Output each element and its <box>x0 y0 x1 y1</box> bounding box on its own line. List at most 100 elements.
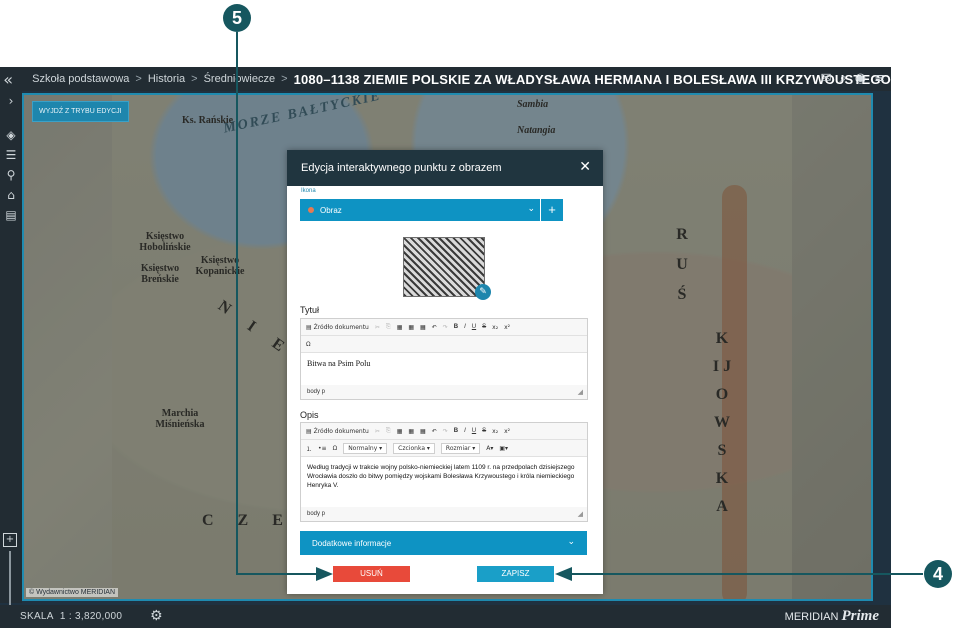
scale-value: 1 : 3,820,000 <box>59 611 123 622</box>
title-editor[interactable]: ▤ Źródło dokumentu ✂ ⎘ ▦ ▦ ▦ ↶ ↷ B I U S… <box>300 318 588 400</box>
icon-select-value: Obraz <box>320 205 342 215</box>
zoom-in-button[interactable]: + <box>3 533 17 547</box>
image-icon <box>308 207 314 213</box>
menu-icon[interactable]: ≡ <box>874 71 885 86</box>
breadcrumb-item[interactable]: Historia <box>148 73 185 85</box>
paste-word-icon[interactable]: ▦ <box>420 324 426 331</box>
breadcrumb-item[interactable]: Szkoła podstawowa <box>32 73 129 85</box>
delete-button[interactable]: USUŃ <box>333 566 410 582</box>
list-icon[interactable]: ☰ <box>0 145 22 165</box>
element-path: body p ◢ <box>301 385 587 399</box>
breadcrumb-item[interactable]: Średniowiecze <box>204 73 276 85</box>
additional-info-label: Dodatkowe informacje <box>312 538 392 548</box>
special-char-icon[interactable]: Ω <box>333 445 338 452</box>
redo-icon[interactable]: ↷ <box>443 428 448 435</box>
top-icons: ✉ ⌕ ◉ ≡ <box>821 71 885 86</box>
callout-badge: 4 <box>924 560 952 588</box>
description-editor[interactable]: ▤ Źródło dokumentu ✂ ⎘ ▦ ▦ ▦ ↶ ↷ B I U S… <box>300 422 588 522</box>
editor-toolbar: ▤ Źródło dokumentu ✂ ⎘ ▦ ▦ ▦ ↶ ↷ B I U S… <box>301 423 587 440</box>
paste-icon[interactable]: ▦ <box>397 428 403 435</box>
strike-icon[interactable]: S <box>482 324 486 330</box>
underline-icon[interactable]: U <box>472 428 476 434</box>
chevron-down-icon[interactable]: ⌄ <box>567 537 575 547</box>
brand-suffix: Prime <box>841 608 880 624</box>
undo-icon[interactable]: ↶ <box>432 324 437 331</box>
brand-name: MERIDIAN <box>784 611 839 623</box>
cut-icon[interactable]: ✂ <box>375 428 380 435</box>
paste-icon[interactable]: ▦ <box>397 324 403 331</box>
paste-text-icon[interactable]: ▦ <box>408 428 414 435</box>
breadcrumb-separator: > <box>191 73 198 85</box>
italic-icon[interactable]: I <box>464 324 466 330</box>
bold-icon[interactable]: B <box>454 324 458 330</box>
description-label: Opis <box>300 410 319 420</box>
paste-word-icon[interactable]: ▦ <box>420 428 426 435</box>
format-select[interactable]: Normalny ▾ <box>343 442 388 454</box>
graduation-icon[interactable]: ⌂ <box>0 185 22 205</box>
editor-toolbar: ▤ Źródło dokumentu ✂ ⎘ ▦ ▦ ▦ ↶ ↷ B I U S… <box>301 319 587 336</box>
resize-handle-icon[interactable]: ◢ <box>578 385 583 399</box>
bullet-list-icon[interactable]: •≡ <box>318 445 327 452</box>
undo-icon[interactable]: ↶ <box>432 428 437 435</box>
title-input[interactable]: Bitwa na Psim Polu <box>301 353 587 385</box>
superscript-icon[interactable]: x² <box>504 324 510 331</box>
edit-point-dialog: Edycja interaktywnego punktu z obrazem ✕… <box>287 150 603 594</box>
description-input[interactable]: Według tradycji w trakcie wojny polsko-n… <box>301 457 587 507</box>
subscript-icon[interactable]: x₂ <box>492 324 498 331</box>
element-path-text: body p <box>307 389 326 395</box>
icon-select[interactable]: Obraz ⌄ + <box>300 199 563 221</box>
user-icon[interactable]: ◉ <box>855 71 866 86</box>
paste-text-icon[interactable]: ▦ <box>408 324 414 331</box>
bold-icon[interactable]: B <box>454 428 458 434</box>
close-icon[interactable]: ✕ <box>579 159 591 175</box>
save-button[interactable]: ZAPISZ <box>477 566 554 582</box>
breadcrumb-separator: > <box>135 73 142 85</box>
numbered-list-icon[interactable]: ⒈ <box>306 444 312 453</box>
element-path-text: body p <box>307 511 326 517</box>
subscript-icon[interactable]: x₂ <box>492 428 498 435</box>
marker-icon[interactable]: ⚲ <box>0 165 22 185</box>
exit-edit-mode-button[interactable]: WYJDŹ Z TRYBU EDYCJI <box>32 101 129 122</box>
resize-handle-icon[interactable]: ◢ <box>578 507 583 521</box>
title-label: Tytuł <box>300 305 320 315</box>
font-select-value: Czcionka <box>398 444 425 452</box>
search-icon[interactable]: ⌕ <box>839 71 846 86</box>
status-bar: SKALA 1 : 3,820,000 ⚙ MERIDIAN Prime <box>0 605 891 628</box>
dialog-header: Edycja interaktywnego punktu z obrazem ✕ <box>287 150 603 186</box>
background-color-icon[interactable]: ▣▾ <box>499 445 508 452</box>
text-color-icon[interactable]: A▾ <box>486 445 493 452</box>
gear-icon[interactable]: ⚙ <box>150 608 163 624</box>
add-icon-button[interactable]: + <box>540 199 563 221</box>
copyright-text: © Wydawnictwo MERIDIAN <box>26 588 118 597</box>
chevron-down-icon[interactable]: ⌄ <box>527 204 535 214</box>
copy-icon[interactable]: ⎘ <box>386 323 391 331</box>
underline-icon[interactable]: U <box>472 324 476 330</box>
superscript-icon[interactable]: x² <box>504 428 510 435</box>
source-button[interactable]: ▤ Źródło dokumentu <box>306 324 369 331</box>
italic-icon[interactable]: I <box>464 428 466 434</box>
expand-icon[interactable]: › <box>0 91 22 111</box>
mail-icon[interactable]: ✉ <box>821 71 832 86</box>
copy-icon[interactable]: ⎘ <box>386 427 391 435</box>
layers-icon[interactable]: ◈ <box>0 125 22 145</box>
redo-icon[interactable]: ↷ <box>443 324 448 331</box>
editor-toolbar-row2: Ω <box>301 336 587 353</box>
top-bar: « Szkoła podstawowa > Historia > Średnio… <box>0 67 891 91</box>
element-path: body p ◢ <box>301 507 587 521</box>
strike-icon[interactable]: S <box>482 428 486 434</box>
source-button-label: Źródło dokumentu <box>313 427 369 435</box>
special-char-icon[interactable]: Ω <box>306 341 311 348</box>
scale-readout: SKALA 1 : 3,820,000 <box>20 611 122 622</box>
additional-info-accordion[interactable]: Dodatkowe informacje ⌄ <box>300 531 587 555</box>
collapse-icon[interactable]: « <box>0 70 16 89</box>
sidebar: › ◈ ☰ ⚲ ⌂ ▤ + − <box>0 91 22 627</box>
cut-icon[interactable]: ✂ <box>375 324 380 331</box>
source-button[interactable]: ▤ Źródło dokumentu <box>306 428 369 435</box>
font-select[interactable]: Czcionka ▾ <box>393 442 435 454</box>
size-select[interactable]: Rozmiar ▾ <box>440 442 481 454</box>
edit-image-icon[interactable]: ✎ <box>475 284 491 300</box>
size-select-value: Rozmiar <box>445 444 471 452</box>
zoom-slider[interactable] <box>9 551 11 609</box>
stack-icon[interactable]: ▤ <box>0 205 22 225</box>
image-thumbnail <box>403 237 485 297</box>
